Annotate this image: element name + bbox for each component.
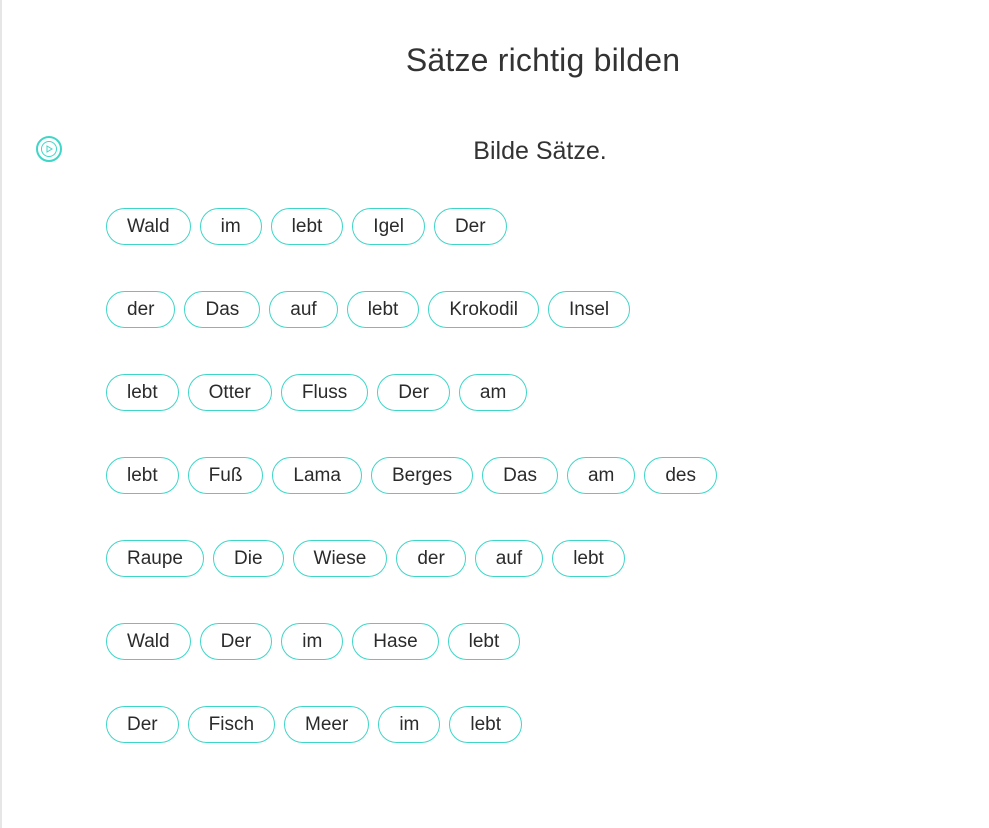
word-chip[interactable]: Fluss (280, 374, 369, 411)
sentence-row-3: lebt Otter Fluss Der am (106, 374, 726, 411)
sentence-row-5: Raupe Die Wiese der auf lebt (106, 540, 726, 577)
page-title: Sätze richtig bilden (405, 42, 681, 78)
sentence-row-2: der Das auf lebt Krokodil Insel (106, 291, 726, 328)
word-chip[interactable]: Das (184, 291, 261, 328)
word-chip[interactable]: Das (482, 457, 558, 494)
word-chip[interactable]: Igel (352, 208, 425, 245)
sentence-row-4: lebt Fuß Lama Berges Das am des (106, 457, 726, 494)
word-chip[interactable]: Der (199, 623, 273, 660)
word-chip[interactable]: lebt (106, 457, 179, 494)
word-chip[interactable]: lebt (346, 291, 420, 328)
word-chip[interactable]: Krokodil (428, 291, 539, 328)
sentence-row-1: Wald im lebt Igel Der (106, 208, 726, 245)
word-chip[interactable]: Fisch (187, 706, 276, 743)
word-chip[interactable]: des (644, 457, 717, 494)
word-chip[interactable]: Raupe (106, 540, 204, 577)
word-chip[interactable]: Berges (370, 457, 474, 494)
word-chip[interactable]: auf (474, 540, 544, 577)
word-chip[interactable]: Der (433, 208, 507, 245)
word-chip[interactable]: im (199, 208, 262, 245)
word-chip[interactable]: Wiese (292, 540, 388, 577)
word-chip[interactable]: der (396, 540, 466, 577)
word-chip[interactable]: Wald (106, 623, 191, 660)
sentence-row-7: Der Fisch Meer im lebt (106, 706, 726, 743)
word-chip[interactable]: lebt (270, 208, 344, 245)
word-chip[interactable]: auf (269, 291, 338, 328)
word-chip[interactable]: der (106, 291, 176, 328)
word-chip[interactable]: Hase (352, 623, 439, 660)
word-chip[interactable]: Der (106, 706, 179, 743)
word-chip[interactable]: Der (377, 374, 450, 411)
word-chip[interactable]: Wald (106, 208, 191, 245)
word-chip[interactable]: am (566, 457, 636, 494)
word-chip[interactable]: am (458, 374, 528, 411)
word-chip[interactable]: im (281, 623, 344, 660)
word-chip[interactable]: lebt (552, 540, 625, 577)
sentence-row-6: Wald Der im Hase lebt (106, 623, 726, 660)
word-chip[interactable]: lebt (447, 623, 521, 660)
exercise-page: Sätze richtig bilden Bilde Sätze. Wald im… (0, 0, 989, 828)
instruction-text: Bilde Sätze. (473, 137, 607, 165)
sentence-rows: Wald im lebt Igel Der der Das auf lebt Krokodil In… (106, 208, 726, 789)
word-chip[interactable]: Die (213, 540, 284, 577)
word-chip[interactable]: Fuß (187, 457, 264, 494)
word-chip[interactable]: Otter (187, 374, 272, 411)
word-chip[interactable]: Insel (547, 291, 631, 328)
word-chip[interactable]: im (378, 706, 441, 743)
word-chip[interactable]: lebt (449, 706, 523, 743)
word-chip[interactable]: Lama (272, 457, 362, 494)
word-chip[interactable]: Meer (284, 706, 370, 743)
word-chip[interactable]: lebt (106, 374, 179, 411)
